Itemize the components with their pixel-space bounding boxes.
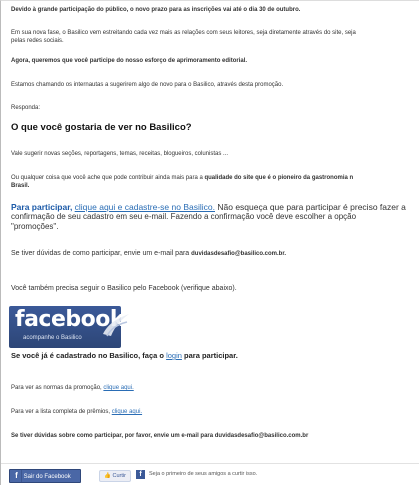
premios-prefix: Para ver a lista completa de prêmios, bbox=[11, 409, 112, 415]
facebook-logo-subtitle: acompanhe o Basilico bbox=[23, 335, 82, 341]
cadastrado-prefix: Se você já é cadastrado no Basilico, faç… bbox=[11, 351, 167, 360]
participar-line2: confirmação de seu cadastro em seu e-mai… bbox=[11, 212, 357, 221]
premios-text: Para ver a lista completa de prêmios, cl… bbox=[11, 408, 142, 416]
duvidas-prefix: Se tiver dúvidas de como participar, env… bbox=[11, 250, 192, 257]
facebook-mini-icon: f bbox=[136, 470, 145, 479]
facebook-logo[interactable]: facebook acompanhe o Basilico bbox=[9, 306, 129, 348]
curtir-button[interactable]: 👍 Curtir bbox=[99, 470, 131, 482]
friends-like-text: Seja o primeiro de seus amigos a curtir … bbox=[149, 471, 258, 477]
question-heading: O que você gostaria de ver no Basilico? bbox=[11, 122, 192, 133]
facebook-footer-bar: f Sair do Facebook 👍 Curtir f Seja o pri… bbox=[1, 463, 419, 485]
normas-prefix: Para ver as normas da promoção, bbox=[11, 385, 104, 391]
sair-facebook-label: Sair do Facebook bbox=[23, 474, 71, 480]
agora-text: Agora, queremos que você participe do no… bbox=[11, 58, 248, 64]
duvidas-text: Se tiver dúvidas de como participar, env… bbox=[11, 249, 286, 259]
deadline-notice: Devido à grande participação do público,… bbox=[11, 7, 301, 13]
vale-text: Vale sugerir novas seções, reportagens, … bbox=[11, 151, 228, 157]
page: Devido à grande participação do público,… bbox=[0, 0, 419, 485]
participar-label: Para participar, bbox=[11, 202, 73, 212]
participar-rest: Não esqueça que para participar é precis… bbox=[215, 202, 406, 212]
facebook-follow-text: Você também precisa seguir o Basilico pe… bbox=[11, 285, 237, 292]
facebook-f-icon: f bbox=[12, 470, 22, 482]
cadastrado-suffix: para participar. bbox=[181, 351, 238, 360]
thumbs-up-icon: 👍 bbox=[104, 473, 111, 479]
qualquer-text-bold: qualidade do site que é o pioneiro da ga… bbox=[204, 175, 354, 181]
estamos-text: Estamos chamando os internautas a sugeri… bbox=[11, 82, 284, 88]
normas-text: Para ver as normas da promoção, clique a… bbox=[11, 384, 134, 392]
qualquer-text-end: Brasil. bbox=[11, 183, 30, 189]
premios-link[interactable]: clique aqui. bbox=[112, 409, 142, 415]
curtir-label: Curtir bbox=[112, 473, 126, 479]
duvidas-contact-text: Se tiver dúvidas sobre como participar, … bbox=[11, 433, 309, 439]
normas-link[interactable]: clique aqui. bbox=[103, 385, 133, 391]
sair-facebook-button[interactable]: f Sair do Facebook bbox=[9, 469, 81, 483]
swirl-icon bbox=[103, 314, 129, 337]
login-link[interactable]: login bbox=[166, 351, 182, 360]
qualquer-text-start: Ou qualquer coisa que você ache que pode… bbox=[11, 175, 205, 181]
responda-label: Responda: bbox=[11, 105, 41, 111]
participar-line3: "promoções". bbox=[11, 222, 59, 231]
cadastrado-text: Se você já é cadastrado no Basilico, faç… bbox=[11, 351, 238, 360]
intro-text: Em sua nova fase, o Basilico vem estreit… bbox=[11, 30, 356, 36]
qualquer-text: Ou qualquer coisa que você ache que pode… bbox=[11, 174, 353, 182]
intro-text-cont: pelas redes sociais. bbox=[11, 38, 64, 44]
duvidas-email: duvidasdesafio@basilico.com.br. bbox=[191, 251, 287, 257]
signup-link[interactable]: clique aqui e cadastre-se no Basilico. bbox=[75, 202, 215, 212]
